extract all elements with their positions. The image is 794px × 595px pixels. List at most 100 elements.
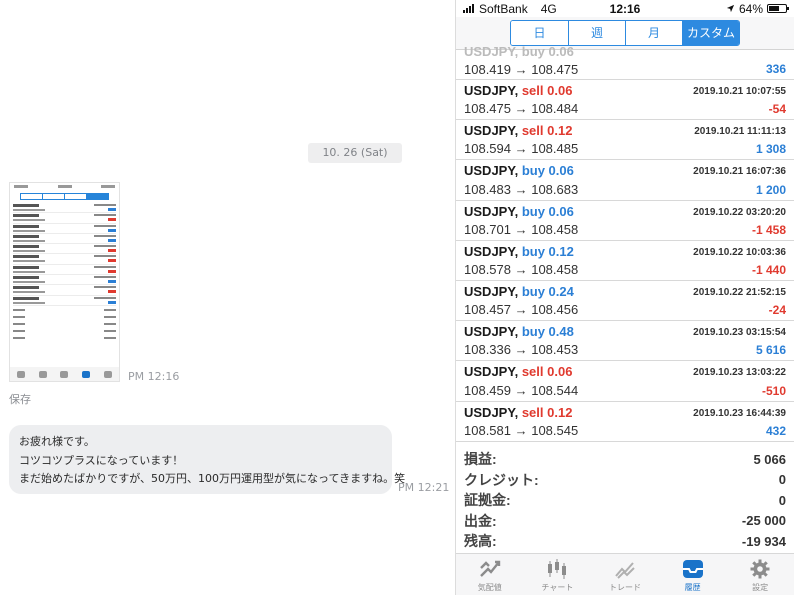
trade-time: 2019.10.22 10:03:36 — [693, 246, 786, 258]
trade-prices: 108.457 → 108.456 — [464, 302, 579, 318]
summary-row: 損益: 5 066 — [456, 449, 794, 470]
summary-row: 証拠金: 0 — [456, 490, 794, 511]
trade-profit: -1 458 — [751, 222, 786, 237]
segment-month[interactable]: 月 — [625, 21, 682, 45]
tab-settings[interactable]: 設定 — [726, 554, 794, 595]
trade-prices: 108.701 → 108.458 — [464, 221, 579, 237]
trade-symbol: USDJPY, buy 0.48 — [464, 324, 574, 340]
trade-profit: 1 308 — [755, 142, 786, 157]
trade-time: 2019.10.22 21:52:15 — [693, 286, 786, 298]
summary-row: 残高: -19 934 — [456, 531, 794, 552]
tab-label: 気配値 — [477, 583, 502, 592]
summary-value: -25 000 — [741, 513, 786, 529]
trade-symbol: USDJPY, sell 0.12 — [464, 123, 573, 139]
trade-time: 2019.10.21 16:07:36 — [693, 166, 786, 178]
period-segmented-control: 日 週 月 カスタム — [510, 20, 740, 46]
trade-prices: 108.581 → 108.545 — [464, 422, 579, 438]
thumbnail-segments — [20, 193, 109, 200]
table-row[interactable]: USDJPY, buy 0.06 2019.10.22 03:20:20 108.7… — [456, 201, 794, 241]
summary-row: 出金: -25 000 — [456, 511, 794, 532]
summary-row: クレジット: 0 — [456, 470, 794, 491]
trade-prices: 108.578 → 108.458 — [464, 261, 579, 277]
date-separator: 10. 26 (Sat) — [308, 143, 402, 163]
table-row[interactable]: USDJPY, buy 0.48 2019.10.23 03:15:54 108.3… — [456, 321, 794, 362]
summary-value: 0 — [778, 472, 786, 488]
trade-profit: 432 — [765, 423, 786, 438]
trade-symbol: USDJPY, sell 0.06 — [464, 83, 573, 98]
trade-profit: -54 — [768, 102, 786, 117]
signal-icon — [463, 4, 474, 13]
candlestick-icon — [548, 559, 567, 579]
trade-time: 2019.10.23 16:44:39 — [693, 407, 786, 419]
tab-quotes[interactable]: 気配値 — [456, 554, 524, 595]
save-link[interactable]: 保存 — [9, 391, 31, 407]
tab-history[interactable]: 履歴 — [659, 554, 727, 595]
trade-profit: 336 — [765, 62, 786, 76]
summary-label: 損益: — [464, 451, 497, 468]
trade-profit: -1 440 — [751, 262, 786, 277]
trade-time: 2019.10.23 03:15:54 — [693, 327, 786, 339]
trade-symbol: USDJPY, sell 0.06 — [464, 364, 573, 380]
table-row[interactable]: USDJPY, buy 0.06 2019.10.21 16:07:36 108.4… — [456, 160, 794, 201]
quotes-icon — [479, 560, 500, 577]
summary-value: 0 — [778, 492, 786, 508]
thumbnail-statusbar — [14, 185, 115, 191]
trade-side: sell 0.12 — [521, 404, 573, 420]
network-type: 4G — [540, 1, 557, 16]
summary-label: 残高: — [464, 533, 497, 550]
summary-value: 5 066 — [753, 451, 786, 467]
location-arrow-icon — [726, 4, 735, 13]
trade-side: buy 0.48 — [521, 324, 574, 340]
trade-symbol: USDJPY, buy 0.06 — [464, 163, 574, 179]
trade-time: 2019.10.23 13:03:22 — [693, 367, 786, 379]
tab-trade[interactable]: トレード — [591, 554, 659, 595]
tab-label: 履歴 — [684, 583, 701, 592]
trade-symbol: USDJPY, sell 0.12 — [464, 404, 573, 420]
thumbnail-tabbar — [10, 367, 119, 381]
trade-list[interactable]: USDJPY, buy 0.06 108.419 → 108.475 336 U… — [456, 44, 794, 442]
summary-value: -19 934 — [741, 533, 786, 549]
table-row[interactable]: USDJPY, sell 0.06 2019.10.21 10:07:55 108.… — [456, 80, 794, 121]
tab-label: 設定 — [752, 583, 769, 592]
table-row[interactable]: USDJPY, buy 0.24 2019.10.22 21:52:15 108.4… — [456, 281, 794, 322]
trade-prices: 108.483 → 108.683 — [464, 181, 579, 197]
thumbnail-rows — [10, 203, 119, 306]
tab-label: チャート — [541, 583, 574, 592]
trade-prices: 108.459 → 108.544 — [464, 382, 579, 398]
screenshot-thumbnail[interactable] — [9, 182, 120, 382]
bottom-tab-bar: 気配値 チャート トレード 履歴 設定 — [456, 553, 794, 595]
summary-label: クレジット: — [464, 471, 539, 488]
gear-icon — [750, 559, 770, 579]
table-row[interactable]: USDJPY, buy 0.06 108.419 → 108.475 336 — [456, 44, 794, 80]
segment-week[interactable]: 週 — [568, 21, 625, 45]
trade-prices: 108.475 → 108.484 — [464, 101, 579, 117]
message-line: まだ始めたばかりですが、50万円、100万円運用型が気になってきますね。笑 — [19, 472, 406, 485]
trade-prices: 108.594 → 108.485 — [464, 141, 579, 157]
message-timestamp: PM 12:21 — [398, 481, 450, 494]
message-line: コツコツプラスになっています！ — [19, 453, 184, 467]
thumbnail-summary — [13, 308, 116, 313]
segment-custom[interactable]: カスタム — [682, 21, 739, 45]
table-row[interactable]: USDJPY, buy 0.12 2019.10.22 10:03:36 108.5… — [456, 241, 794, 281]
trade-time: 2019.10.21 10:07:55 — [693, 86, 786, 97]
trade-side: buy 0.24 — [521, 283, 574, 299]
trade-profit: 5 616 — [755, 343, 786, 358]
segment-day[interactable]: 日 — [511, 21, 568, 45]
summary-label: 出金: — [464, 512, 497, 529]
tab-chart[interactable]: チャート — [524, 554, 592, 595]
trade-side: buy 0.06 — [521, 163, 574, 179]
trade-icon — [615, 562, 635, 579]
trade-prices: 108.336 → 108.453 — [464, 342, 579, 358]
account-summary: 損益: 5 066 クレジット: 0 証拠金: 0 出金: -25 000 残高: -19 934 — [456, 449, 794, 552]
trade-side: buy 0.12 — [521, 243, 574, 259]
trade-profit: -24 — [768, 303, 786, 318]
table-row[interactable]: USDJPY, sell 0.06 2019.10.23 13:03:22 108.… — [456, 361, 794, 402]
table-row[interactable]: USDJPY, sell 0.12 2019.10.23 16:44:39 108.… — [456, 402, 794, 442]
message-bubble: お疲れ様です。 コツコツプラスになっています！ まだ始めたばかりですが、50万円… — [9, 425, 406, 494]
trade-side: sell 0.06 — [521, 83, 573, 98]
table-row[interactable]: USDJPY, sell 0.12 2019.10.21 11:11:13 108.… — [456, 120, 794, 161]
carrier-name: SoftBank — [479, 1, 528, 16]
trade-symbol: USDJPY, buy 0.06 — [464, 203, 574, 219]
trade-time: 2019.10.21 11:11:13 — [694, 126, 786, 138]
trade-symbol: USDJPY, buy 0.12 — [464, 243, 574, 259]
